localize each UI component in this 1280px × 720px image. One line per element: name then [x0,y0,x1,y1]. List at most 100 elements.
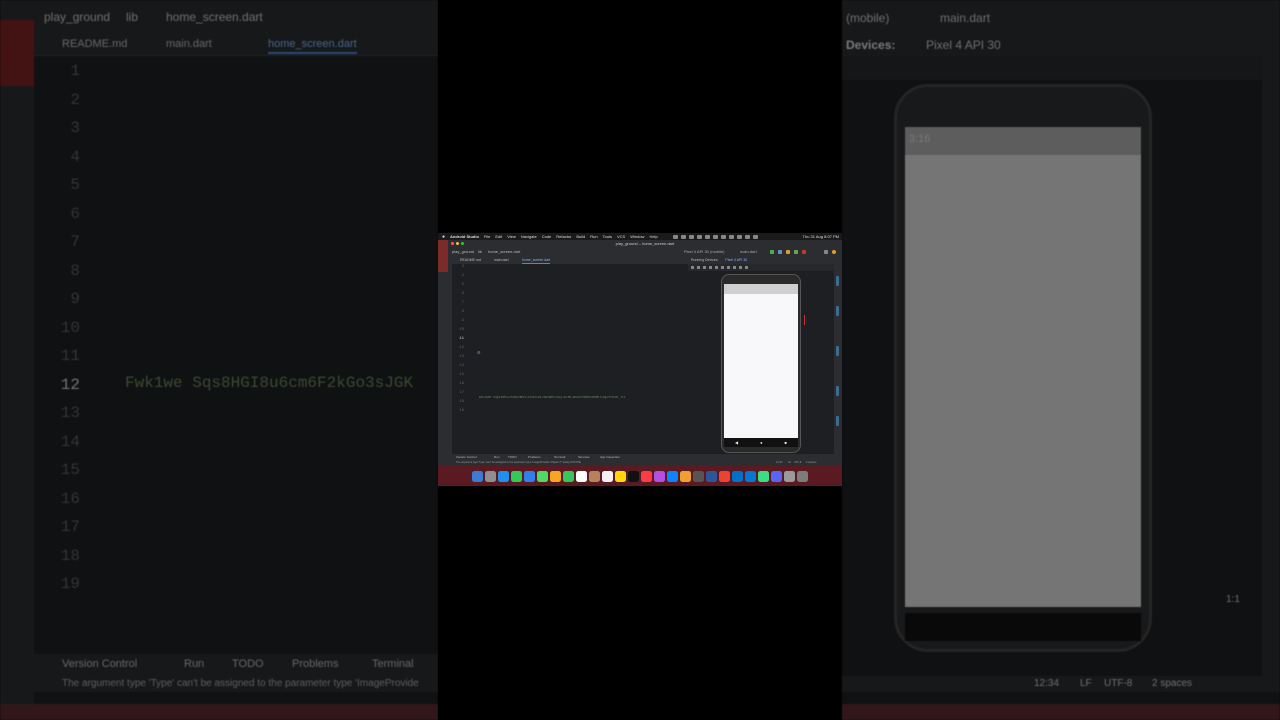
line-number: 19 [459,409,464,413]
more-icon[interactable] [745,266,748,269]
flutter-performance-icon[interactable] [836,346,839,356]
menubar-clock[interactable]: Thu 31 Aug 8:07 PM [803,234,842,239]
minimize-window-icon[interactable] [456,242,459,245]
menu-vcs[interactable]: VCS [617,234,625,239]
volume-icon[interactable] [691,266,694,269]
android-back-icon[interactable]: ◀ [735,440,738,445]
debug-icon[interactable] [778,250,782,254]
tray-icon[interactable] [680,234,686,239]
flutter-outline-icon[interactable] [836,386,839,396]
zoom-window-icon[interactable] [461,242,464,245]
device-tab[interactable]: Pixel 4 API 30 [725,258,747,262]
bg-left-tool-rail [0,34,34,720]
tray-icon[interactable] [712,234,718,239]
menu-build[interactable]: Build [576,234,585,239]
tray-icon[interactable] [720,234,726,239]
tray-icon[interactable] [736,234,742,239]
tray-icon[interactable] [704,234,710,239]
tray-icon[interactable] [672,234,678,239]
code-line-12[interactable]: wk1we·Sqs8HGI8u6cm6F2kGo3sJGRBh5i6(VEMCa… [479,396,687,400]
menu-run[interactable]: Run [590,234,597,239]
hot-reload-icon[interactable] [786,250,790,254]
menu-tools[interactable]: Tools [603,234,612,239]
tray-icon[interactable] [688,234,694,239]
menu-view[interactable]: View [507,234,516,239]
menu-code[interactable]: Code [542,234,552,239]
facetime-icon[interactable] [563,470,574,482]
xcode-icon[interactable] [732,470,743,482]
safari-icon[interactable] [498,470,509,482]
tab-readme[interactable]: README.md [460,256,481,264]
menu-help[interactable]: Help [649,234,657,239]
menu-window[interactable]: Window [630,234,644,239]
photos-icon[interactable] [550,470,561,482]
screenshot-icon[interactable] [727,266,730,269]
code-editor[interactable]: 3 4 5 6 7 8 9 10 11 12 13 14 15 16 17 18… [452,264,686,454]
bg-status-position: 12:34 [1034,678,1060,689]
update-icon[interactable] [832,250,836,254]
home-icon[interactable] [715,266,718,269]
stop-icon[interactable] [802,250,806,254]
reminders-icon[interactable] [602,470,613,482]
back-icon[interactable] [709,266,712,269]
reset-icon[interactable] [739,266,742,269]
contacts-icon[interactable] [589,470,600,482]
tray-icon[interactable] [696,234,702,239]
discord-icon[interactable] [771,470,782,482]
line-number: 10 [459,328,464,332]
tab-main[interactable]: main.dart [494,256,509,264]
trash-icon[interactable] [797,470,808,482]
fold-icon[interactable] [703,266,706,269]
menu-file[interactable]: File [484,234,490,239]
podcasts-icon[interactable] [654,470,665,482]
search-icon[interactable] [824,250,828,254]
record-icon[interactable] [733,266,736,269]
android-home-icon[interactable]: ● [760,440,762,445]
rotate-icon[interactable] [697,266,700,269]
menu-navigate[interactable]: Navigate [521,234,537,239]
tray-icon[interactable] [728,234,734,239]
breadcrumb-file[interactable]: home_screen.dart [488,248,520,256]
android-studio-icon[interactable] [758,470,769,482]
flutter-inspector-icon[interactable] [836,306,839,316]
hot-restart-icon[interactable] [794,250,798,254]
calendar-icon[interactable] [576,470,587,482]
launchpad-icon[interactable] [485,470,496,482]
bg-zoom-label: 1:1 [1226,594,1240,605]
tray-icon[interactable] [752,234,758,239]
mail-icon[interactable] [524,470,535,482]
breadcrumb-lib[interactable]: lib [478,248,482,256]
close-window-icon[interactable] [451,242,454,245]
messages-icon[interactable] [511,470,522,482]
overview-icon[interactable] [721,266,724,269]
breadcrumb-project[interactable]: play_ground [452,248,474,256]
android-recents-icon[interactable]: ■ [785,440,787,445]
menu-edit[interactable]: Edit [495,234,502,239]
phone-screen[interactable] [724,284,798,438]
maps-icon[interactable] [537,470,548,482]
music-icon[interactable] [641,470,652,482]
chrome-icon[interactable] [719,470,730,482]
bg-tool-run: Run [184,658,205,670]
system-settings-icon[interactable] [693,470,704,482]
run-icon[interactable] [770,250,774,254]
finder-icon[interactable] [472,470,483,482]
notes-icon[interactable] [615,470,626,482]
vscode-icon[interactable] [745,470,756,482]
apple-icon[interactable]: ● [442,234,445,240]
proxyman-icon[interactable] [706,470,717,482]
menu-refactor[interactable]: Refactor [556,234,571,239]
app-store-icon[interactable] [667,470,678,482]
apple-tv-icon[interactable] [628,470,639,482]
books-icon[interactable] [680,470,691,482]
notifications-icon[interactable] [836,416,839,426]
tab-home-screen[interactable]: home_screen.dart [522,256,551,264]
flutter-color-gutter-icon[interactable]: ⚙ [477,350,481,355]
run-config-selector[interactable]: main.dart [740,248,757,256]
tray-icon[interactable] [744,234,750,239]
help-icon[interactable] [784,470,795,482]
device-selector[interactable]: Pixel 4 API 30 (mobile) [684,248,724,256]
menu-app-name[interactable]: Android Studio [450,234,479,239]
bg-line-number: 1 [70,62,80,80]
device-manager-icon[interactable] [836,276,839,286]
